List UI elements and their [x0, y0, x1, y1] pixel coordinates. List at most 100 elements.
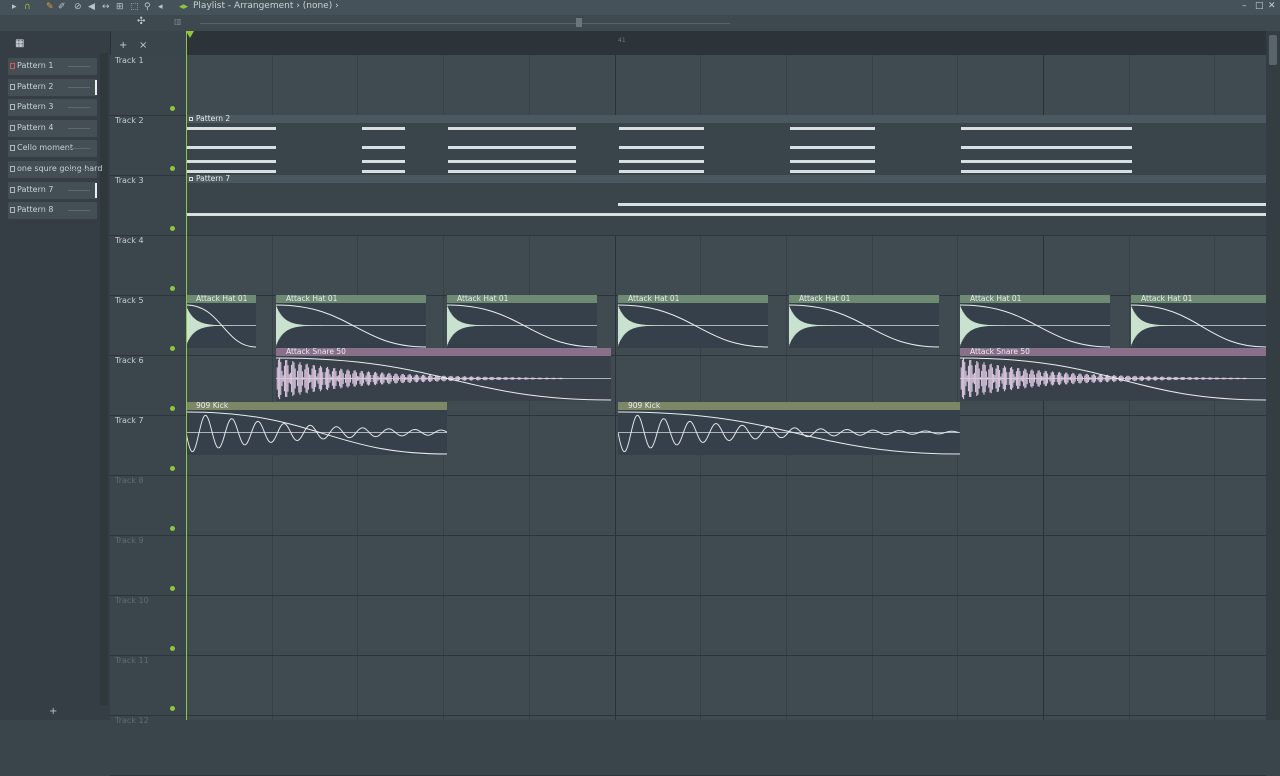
- track-label[interactable]: Track 7: [115, 416, 144, 425]
- track-mute-dot[interactable]: [170, 346, 175, 351]
- attack-hat-clip[interactable]: Attack Hat 01: [789, 295, 939, 348]
- attack-snare-clip[interactable]: Attack Snare 50: [960, 348, 1266, 401]
- minimize-button[interactable]: –: [1242, 1, 1247, 11]
- track-label[interactable]: Track 2: [115, 116, 144, 125]
- pattern-label: Pattern 1: [17, 61, 54, 70]
- attack-hat-clip[interactable]: Attack Hat 01: [276, 295, 426, 348]
- track-label[interactable]: Track 12: [115, 716, 149, 725]
- track-mute-dot[interactable]: [170, 286, 175, 291]
- track-label[interactable]: Track 1: [115, 56, 144, 65]
- track-mute-dot[interactable]: [170, 646, 175, 651]
- scrollbar-thumb[interactable]: [1269, 35, 1277, 65]
- menu-arrow-icon[interactable]: ▸: [12, 2, 17, 13]
- overview-track[interactable]: [200, 23, 730, 24]
- track-mute-dot[interactable]: [170, 466, 175, 471]
- note: [619, 127, 704, 130]
- pattern-item[interactable]: Pattern 8: [8, 202, 97, 220]
- waveform: [1131, 304, 1266, 348]
- pattern-item[interactable]: Pattern 4: [8, 119, 97, 137]
- playhead-marker[interactable]: [186, 31, 194, 38]
- kick-909-clip[interactable]: 909 Kick: [618, 402, 960, 455]
- slice-icon[interactable]: ⬚: [130, 2, 139, 13]
- pattern-item[interactable]: Pattern 1: [8, 58, 97, 75]
- track-label[interactable]: Track 4: [115, 236, 144, 245]
- track-label[interactable]: Track 6: [115, 356, 144, 365]
- window-title-text: Playlist - Arrangement: [193, 1, 294, 11]
- track-label[interactable]: Track 8: [115, 476, 144, 485]
- magnet-icon[interactable]: ∩: [24, 2, 31, 13]
- track-header-column: [110, 55, 182, 720]
- track-mute-dot[interactable]: [170, 226, 175, 231]
- attack-hat-clip[interactable]: Attack Hat 01: [960, 295, 1110, 348]
- pattern-item[interactable]: Pattern 7: [8, 181, 97, 199]
- maximize-button[interactable]: □: [1255, 1, 1264, 11]
- pattern-item[interactable]: Pattern 3: [8, 99, 97, 117]
- playlist-arrows-icon[interactable]: ◂▸: [179, 2, 188, 13]
- zoom-strip[interactable]: ✣ ▥: [0, 15, 1280, 31]
- track-mute-dot[interactable]: [170, 106, 175, 111]
- brush-icon[interactable]: ✐: [58, 2, 66, 13]
- track-mute-dot[interactable]: [170, 166, 175, 171]
- pattern-preview: [68, 169, 90, 170]
- waveform-osc: [186, 414, 447, 453]
- attack-hat-clip[interactable]: Attack Hat 01: [618, 295, 768, 348]
- note: [186, 160, 276, 163]
- track-label[interactable]: Track 3: [115, 176, 144, 185]
- track-label[interactable]: Track 9: [115, 536, 144, 545]
- close-picker-button[interactable]: ×: [139, 40, 147, 51]
- track-mute-dot[interactable]: [170, 586, 175, 591]
- pattern-item[interactable]: one squre going hard: [8, 161, 102, 178]
- track-label[interactable]: Track 5: [115, 296, 144, 305]
- note: [448, 127, 576, 130]
- speaker-icon[interactable]: ◂: [158, 2, 163, 13]
- zoom-icon[interactable]: ⚲: [144, 2, 151, 13]
- pattern-2-clip[interactable]: Pattern 2: [186, 115, 1266, 175]
- mute-icon[interactable]: ◀: [88, 2, 95, 13]
- pattern-marker: [95, 182, 97, 198]
- overview-handle[interactable]: [576, 18, 582, 27]
- track-mute-dot[interactable]: [170, 406, 175, 411]
- picker-scrollbar[interactable]: [100, 53, 108, 705]
- track-label[interactable]: Track 10: [115, 596, 149, 605]
- pattern-label: Pattern 7: [17, 184, 54, 194]
- waveform: [447, 304, 597, 348]
- track-mute-dot[interactable]: [170, 526, 175, 531]
- add-track-button[interactable]: +: [119, 40, 127, 51]
- clip-name: Attack Snare 50: [970, 348, 1030, 356]
- pattern-item[interactable]: Pattern 2: [8, 78, 97, 96]
- note: [790, 146, 875, 149]
- snap-icon[interactable]: ✣: [137, 16, 145, 27]
- attack-hat-clip[interactable]: Attack Hat 01: [447, 295, 597, 348]
- bar-number: 41: [618, 37, 626, 44]
- waveform: [276, 357, 611, 401]
- note: [186, 127, 276, 130]
- view-icon[interactable]: ▥: [174, 17, 182, 26]
- track-mute-dot[interactable]: [170, 706, 175, 711]
- note: [790, 127, 875, 130]
- piano-roll-icon[interactable]: ▦: [15, 38, 24, 49]
- pattern-item[interactable]: Cello moment: [8, 140, 97, 158]
- attack-hat-clip[interactable]: Attack Hat 01: [1131, 295, 1266, 348]
- pattern-preview: [68, 107, 90, 109]
- attack-snare-clip[interactable]: Attack Snare 50: [276, 348, 611, 401]
- kick-909-clip[interactable]: 909 Kick: [186, 402, 447, 455]
- track-separator: [110, 235, 1266, 236]
- playhead-line[interactable]: [186, 31, 187, 720]
- clip-name: Attack Hat 01: [457, 295, 509, 303]
- track-label[interactable]: Track 11: [115, 656, 149, 665]
- slip-icon[interactable]: ↔: [102, 2, 110, 13]
- waveform: [618, 304, 768, 348]
- pattern-preview: [68, 189, 90, 191]
- note: [619, 170, 704, 173]
- select-icon[interactable]: ⊞: [116, 2, 124, 13]
- arrangement-selector[interactable]: (none): [303, 1, 332, 11]
- pencil-icon[interactable]: ✎: [46, 2, 54, 13]
- close-button[interactable]: ✕: [1268, 1, 1276, 11]
- new-pattern-button[interactable]: +: [49, 706, 57, 717]
- timeline-ruler[interactable]: [186, 31, 1266, 55]
- vertical-scrollbar[interactable]: [1266, 31, 1280, 720]
- attack-hat-clip[interactable]: Attack Hat 01: [186, 295, 256, 348]
- delete-icon[interactable]: ⊘: [74, 2, 82, 13]
- pattern-7-clip[interactable]: Pattern 7: [186, 175, 1266, 235]
- breadcrumb-arrow[interactable]: ›: [335, 1, 339, 11]
